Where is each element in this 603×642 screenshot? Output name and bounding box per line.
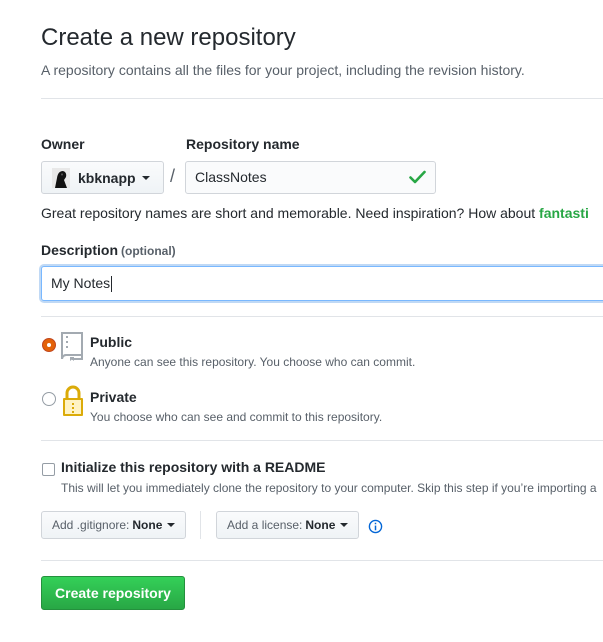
check-icon <box>409 170 426 184</box>
private-option-title: Private <box>90 389 137 405</box>
info-icon[interactable] <box>368 519 383 534</box>
license-value: None <box>305 518 336 532</box>
owner-label: Owner <box>41 136 85 152</box>
divider <box>41 316 603 317</box>
repo-icon <box>61 332 83 361</box>
chevron-down-icon <box>141 175 150 180</box>
description-label: Description (optional) <box>41 242 176 258</box>
gitignore-value: None <box>132 518 163 532</box>
description-input[interactable]: My Notes <box>41 266 603 301</box>
repo-name-label: Repository name <box>186 136 300 152</box>
create-repository-button[interactable]: Create repository <box>41 576 185 610</box>
divider <box>41 560 603 561</box>
license-label: Add a license: <box>227 518 303 532</box>
public-option-desc: Anyone can see this repository. You choo… <box>90 355 416 369</box>
repository-name-input[interactable]: ClassNotes <box>185 161 436 194</box>
page-title: Create a new repository <box>41 24 296 51</box>
description-label-text: Description <box>41 242 119 258</box>
create-repo-page: Create a new repository A repository con… <box>0 0 603 642</box>
owner-repo-separator: / <box>170 166 176 186</box>
public-radio[interactable] <box>42 338 56 352</box>
private-option-desc: You choose who can see and commit to thi… <box>90 410 383 424</box>
text-cursor <box>111 276 113 293</box>
lock-icon <box>63 385 83 416</box>
public-option-title: Public <box>90 334 133 350</box>
divider <box>41 440 603 441</box>
divider <box>41 98 603 99</box>
readme-title: Initialize this repository with a README <box>61 459 326 475</box>
gitignore-select[interactable]: Add .gitignore: None <box>41 511 186 539</box>
description-value: My Notes <box>51 275 111 291</box>
owner-name: kbknapp <box>78 169 136 186</box>
private-radio[interactable] <box>42 392 56 406</box>
owner-dropdown[interactable]: kbknapp <box>41 161 164 194</box>
divider <box>200 511 201 539</box>
license-select[interactable]: Add a license: None <box>216 511 359 539</box>
name-hint-text: Great repository names are short and mem… <box>41 205 540 221</box>
readme-desc: This will let you immediately clone the … <box>61 481 597 495</box>
avatar <box>52 167 70 188</box>
optional-note: (optional) <box>121 244 176 258</box>
name-suggestion-link[interactable]: fantasti <box>539 205 589 221</box>
chevron-down-icon <box>340 523 349 527</box>
gitignore-label: Add .gitignore: <box>52 518 130 532</box>
readme-checkbox[interactable] <box>42 463 55 476</box>
page-subtitle: A repository contains all the files for … <box>41 62 525 78</box>
name-hint: Great repository names are short and mem… <box>41 205 589 221</box>
chevron-down-icon <box>167 523 176 527</box>
